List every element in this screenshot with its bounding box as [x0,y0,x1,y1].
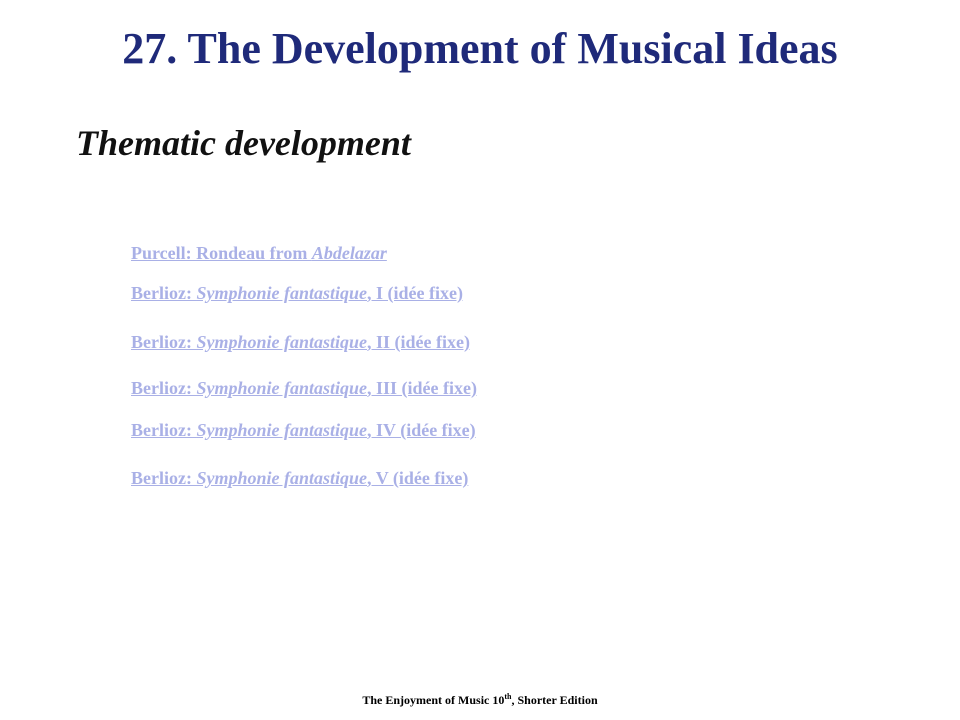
footer-credit: The Enjoyment of Music 10th, Shorter Edi… [0,692,960,708]
link-berlioz-movement-3[interactable]: Berlioz: Symphonie fantastique, III (idé… [131,377,477,399]
link-berlioz-movement-4[interactable]: Berlioz: Symphonie fantastique, IV (idée… [131,419,476,441]
link-work-title: Symphonie fantastique [196,283,368,303]
link-work-title: Symphonie fantastique [196,332,368,352]
link-purcell-rondeau[interactable]: Purcell: Rondeau from Abdelazar [131,242,387,264]
section-subtitle: Thematic development [76,123,411,163]
link-suffix: , II (idée fixe) [367,332,470,352]
link-work-title: Symphonie fantastique [196,420,368,440]
link-prefix: Berlioz: [131,283,197,303]
link-berlioz-movement-5[interactable]: Berlioz: Symphonie fantastique, V (idée … [131,467,468,489]
link-prefix: Berlioz: [131,332,197,352]
link-work-title: Symphonie fantastique [196,468,368,488]
link-suffix: , I (idée fixe) [367,283,463,303]
link-prefix: Berlioz: [131,420,197,440]
link-work-title: Abdelazar [311,243,387,263]
link-suffix: , III (idée fixe) [367,378,477,398]
link-prefix: Purcell: Rondeau from [131,243,312,263]
link-work-title: Symphonie fantastique [196,378,368,398]
footer-superscript: th [504,692,512,701]
link-berlioz-movement-1[interactable]: Berlioz: Symphonie fantastique, I (idée … [131,282,463,304]
link-prefix: Berlioz: [131,468,197,488]
slide-title: 27. The Development of Musical Ideas [122,24,838,73]
link-berlioz-movement-2[interactable]: Berlioz: Symphonie fantastique, II (idée… [131,331,470,353]
footer-text-after: , Shorter Edition [511,693,598,707]
footer-text-before: The Enjoyment of Music 10 [362,693,505,707]
link-suffix: , V (idée fixe) [367,468,469,488]
link-suffix: , IV (idée fixe) [367,420,476,440]
link-prefix: Berlioz: [131,378,197,398]
